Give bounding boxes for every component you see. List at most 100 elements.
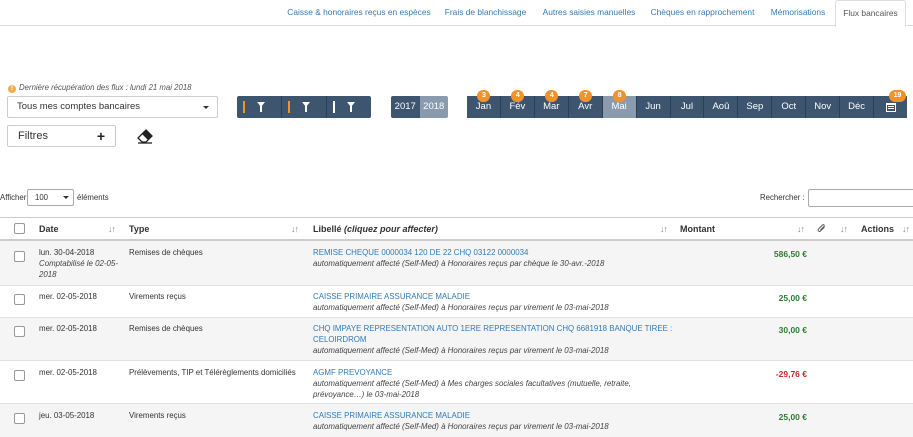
row-checkbox[interactable] [14, 251, 25, 262]
column-libelle[interactable]: Libellé (cliquez pour affecter) [313, 218, 438, 240]
filter-color-bar [333, 101, 335, 113]
year-button-2018[interactable]: 2018 [419, 96, 448, 118]
filter-button-3[interactable] [326, 96, 371, 118]
table-row[interactable]: mer. 02-05-2018 Virements reçus CAISSE P… [0, 286, 913, 318]
month-button-8[interactable]: Aoû [703, 96, 738, 118]
row-libelle-main[interactable]: REMISE CHEQUE 0000034 120 DE 22 CHQ 0312… [313, 247, 673, 258]
page-length-prefix: Afficher [0, 193, 27, 202]
row-date-value: lun. 30-04-2018 [39, 248, 95, 257]
month-button-9[interactable]: Sep [737, 96, 772, 118]
month-selector: Jan 3 Fév 4 Mar 4 Avr 7 Mai 8 Jun Jul Aoû Sep Oct Nov Dé… [467, 90, 907, 118]
plus-icon: + [96, 128, 105, 144]
row-type: Virements reçus [129, 411, 186, 420]
sort-asc-icon[interactable]: ↓↑ [108, 224, 116, 234]
row-date-value: mer. 02-05-2018 [39, 324, 97, 333]
column-libelle-label: Libellé [313, 224, 342, 234]
tab-frais-blanchissage[interactable]: Frais de blanchissage [437, 0, 534, 26]
month-label: Sep [746, 101, 764, 112]
row-date: jeu. 03-05-2018 [39, 410, 124, 421]
sort-icon[interactable]: ↓↑ [902, 224, 910, 234]
row-type: Virements reçus [129, 292, 186, 301]
month-button-11[interactable]: Nov [805, 96, 840, 118]
row-checkbox[interactable] [14, 413, 25, 424]
month-button-1[interactable]: Jan 3 [467, 90, 500, 118]
row-montant: 25,00 € [778, 412, 807, 422]
funnel-icon [302, 102, 310, 112]
month-button-3[interactable]: Mar 4 [533, 90, 568, 118]
page-length-select[interactable]: 100 [27, 189, 74, 206]
tab-autres-saisies[interactable]: Autres saisies manuelles [536, 0, 642, 26]
sort-icon[interactable]: ↓↑ [797, 224, 805, 234]
column-actions: Actions [861, 224, 895, 234]
row-montant: -29,76 € [775, 369, 807, 379]
section-tabs: Caisse & honoraires reçus en espèces Fra… [0, 0, 913, 27]
month-count-badge: 8 [613, 90, 627, 102]
filter-button-1[interactable] [237, 96, 281, 118]
column-type[interactable]: Type [129, 218, 149, 240]
month-label: Mar [543, 101, 560, 112]
sort-icon[interactable]: ↓↑ [840, 224, 848, 234]
info-warning-icon: ! [8, 85, 16, 93]
sort-icon[interactable]: ↓↑ [291, 224, 299, 234]
year-button-2017[interactable]: 2017 [391, 96, 420, 118]
calendar-button[interactable]: 19 [873, 90, 907, 118]
month-button-6[interactable]: Jun [635, 96, 670, 118]
tab-memorisations[interactable]: Mémorisations [763, 0, 833, 26]
month-button-10[interactable]: Oct [771, 96, 806, 118]
status-filter-group [237, 96, 371, 118]
month-label: Fév [509, 101, 526, 112]
row-date: mer. 02-05-2018 [39, 291, 124, 302]
month-button-7[interactable]: Jul [669, 96, 704, 118]
row-libelle[interactable]: CAISSE PRIMAIRE ASSURANCE MALADIE automa… [313, 410, 673, 432]
row-libelle-sub: automatiquement affecté (Self-Med) à Hon… [313, 259, 605, 268]
select-all-checkbox[interactable] [14, 223, 25, 234]
tab-cheques-rapprochement[interactable]: Chèques en rapprochement [644, 0, 761, 26]
row-libelle-main[interactable]: CHQ IMPAYE REPRESENTATION AUTO 1ERE REPR… [313, 323, 673, 345]
year-selector: 2017 2018 [391, 96, 448, 118]
row-libelle-main[interactable]: CAISSE PRIMAIRE ASSURANCE MALADIE [313, 410, 673, 421]
month-button-12[interactable]: Déc [839, 96, 874, 118]
row-checkbox[interactable] [14, 370, 25, 381]
month-label: Mai [611, 101, 627, 112]
tab-flux-bancaires[interactable]: Flux bancaires [835, 0, 906, 27]
bank-account-select-value: Tous mes comptes bancaires [17, 101, 141, 112]
page-length-suffix: éléments [77, 193, 109, 202]
row-libelle-main[interactable]: CAISSE PRIMAIRE ASSURANCE MALADIE [313, 291, 673, 302]
eraser-icon[interactable] [137, 128, 153, 144]
last-fetch-text: Dernière récupération des flux : lundi 2… [19, 83, 192, 92]
sort-icon[interactable]: ↓↑ [660, 224, 668, 234]
row-date-value: mer. 02-05-2018 [39, 368, 97, 377]
table-row[interactable]: lun. 30-04-2018 Comptabilisé le 02-05-20… [0, 241, 913, 286]
page-length-value: 100 [35, 193, 49, 202]
row-libelle[interactable]: CAISSE PRIMAIRE ASSURANCE MALADIE automa… [313, 291, 673, 313]
column-date[interactable]: Date [39, 218, 59, 240]
table-row[interactable]: mer. 02-05-2018 Prélèvements, TIP et Tél… [0, 361, 913, 404]
month-button-4[interactable]: Avr 7 [567, 90, 602, 118]
row-libelle-main[interactable]: AGMF PREVOYANCE [313, 367, 643, 378]
row-libelle-sub: automatiquement affecté (Self-Med) à Hon… [313, 303, 609, 312]
chevron-down-icon [63, 196, 69, 199]
filters-button-label: Filtres [18, 130, 48, 142]
row-checkbox[interactable] [14, 294, 25, 305]
row-libelle[interactable]: AGMF PREVOYANCE automatiquement affecté … [313, 367, 643, 400]
column-libelle-hint: (cliquez pour affecter) [344, 224, 438, 234]
row-date: lun. 30-04-2018 Comptabilisé le 02-05-20… [39, 247, 124, 280]
tab-caisse-honoraires[interactable]: Caisse & honoraires reçus en espèces [283, 0, 435, 26]
row-libelle[interactable]: CHQ IMPAYE REPRESENTATION AUTO 1ERE REPR… [313, 323, 673, 356]
search-input[interactable] [808, 189, 913, 207]
month-button-2[interactable]: Fév 4 [499, 90, 534, 118]
month-label: Avr [578, 101, 593, 112]
row-checkbox[interactable] [14, 326, 25, 337]
filter-color-bar [288, 101, 290, 113]
table-row[interactable]: mer. 02-05-2018 Remises de chèques CHQ I… [0, 318, 913, 361]
table-row[interactable]: jeu. 03-05-2018 Virements reçus CAISSE P… [0, 404, 913, 437]
bank-account-select[interactable]: Tous mes comptes bancaires [7, 96, 218, 118]
row-date-sub: Comptabilisé le 02-05-2018 [39, 259, 118, 279]
column-montant[interactable]: Montant [680, 218, 715, 240]
filters-button[interactable]: Filtres + [7, 125, 116, 147]
funnel-icon [257, 102, 265, 112]
month-label: Jul [680, 101, 694, 112]
filter-button-2[interactable] [281, 96, 326, 118]
row-libelle[interactable]: REMISE CHEQUE 0000034 120 DE 22 CHQ 0312… [313, 247, 673, 269]
month-button-5[interactable]: Mai 8 [601, 90, 636, 118]
